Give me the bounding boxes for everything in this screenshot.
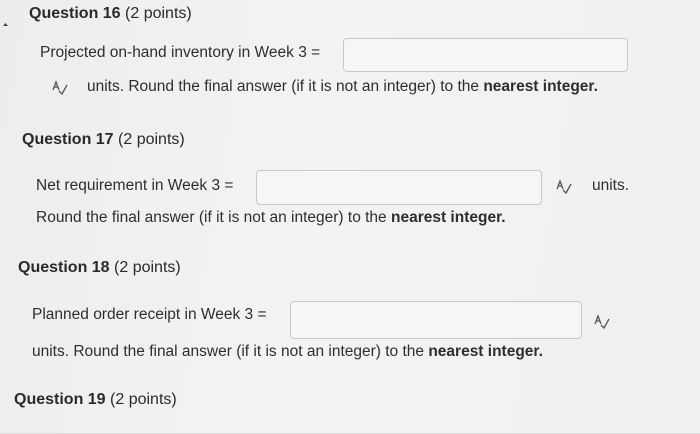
question-18-heading: Question 18 (2 points): [18, 259, 181, 277]
units-instruction: units. Round the final answer (if it is …: [87, 78, 484, 95]
units-emphasis: nearest integer.: [483, 78, 598, 95]
round-instruction: Round the final answer (if it is not an …: [36, 209, 391, 226]
question-17-answer-field[interactable]: [256, 170, 542, 205]
round-emphasis: nearest integer.: [390, 209, 506, 226]
question-18-units-text: units. Round the final answer (if it is …: [32, 343, 543, 361]
question-number: Question 17: [22, 131, 114, 148]
spellcheck-icon[interactable]: [594, 313, 610, 329]
question-points: (2 points): [114, 259, 181, 276]
question-17-heading: Question 17 (2 points): [22, 131, 185, 149]
collapse-arrow-icon[interactable]: [3, 13, 8, 26]
question-19-heading: Question 19 (2 points): [14, 391, 177, 409]
question-points: (2 points): [125, 5, 192, 22]
question-points: (2 points): [118, 131, 185, 148]
question-number: Question 16: [29, 5, 121, 22]
question-16-prompt: Projected on-hand inventory in Week 3 =: [40, 44, 321, 61]
question-18-answer-field[interactable]: [290, 301, 582, 339]
question-16-units-text: units. Round the final answer (if it is …: [87, 78, 598, 96]
question-18-prompt: Planned order receipt in Week 3 =: [32, 306, 267, 323]
spellcheck-icon[interactable]: [556, 178, 572, 194]
question-17-prompt: Net requirement in Week 3 =: [36, 177, 234, 194]
units-instruction: units. Round the final answer (if it is …: [32, 343, 429, 360]
question-16-heading: Question 16 (2 points): [29, 5, 192, 23]
question-number: Question 18: [18, 259, 110, 276]
spellcheck-icon[interactable]: [52, 79, 68, 95]
question-17-round-text: Round the final answer (if it is not an …: [36, 209, 506, 227]
question-number: Question 19: [14, 391, 106, 408]
units-emphasis: nearest integer.: [428, 343, 543, 360]
question-17-units: units.: [592, 177, 630, 194]
question-16-answer-field[interactable]: [343, 38, 628, 72]
question-points: (2 points): [110, 391, 177, 408]
